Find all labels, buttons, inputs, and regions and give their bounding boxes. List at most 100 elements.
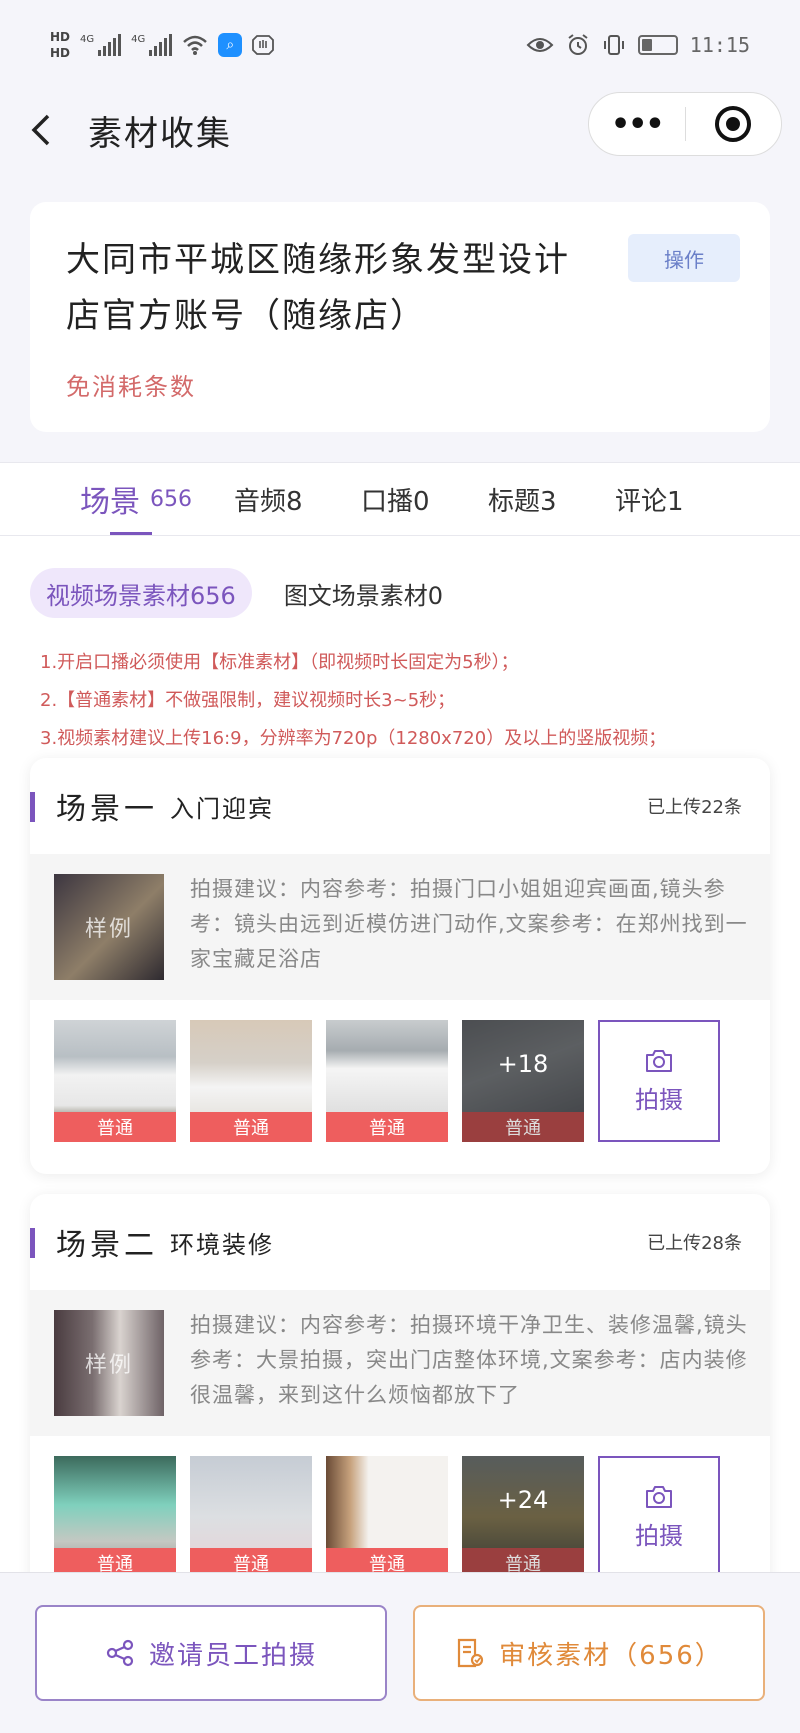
account-action-button[interactable]: 操作 — [628, 234, 740, 282]
eye-icon — [526, 38, 554, 52]
scene-tip: 样例 拍摄建议：内容参考：拍摄环境干净卫生、装修温馨,镜头参考：大景拍摄，突出门… — [30, 1290, 770, 1436]
material-tag: 普通 — [326, 1548, 448, 1572]
material-thumbnail[interactable]: 普通 — [54, 1020, 176, 1142]
sample-label: 样例 — [84, 917, 133, 942]
tab-title[interactable]: 标题3 — [488, 463, 615, 535]
alarm-icon — [568, 34, 588, 55]
tab-comment[interactable]: 评论1 — [615, 463, 742, 535]
subtab-image-scene[interactable]: 图文场景素材0 — [284, 576, 443, 611]
record-target-icon — [715, 106, 752, 142]
signal-icon-2: 4G — [131, 34, 173, 56]
thumbnail-row: 普通 普通 普通 +18 普通 拍摄 — [30, 1000, 770, 1170]
scene-subtitle: 入门迎宾 — [170, 794, 274, 823]
search-app-icon: ⌕ — [218, 33, 243, 57]
shoot-label: 拍摄 — [635, 1085, 683, 1114]
material-tabs: 场景 656 音频8 口播0 标题3 评论1 — [0, 462, 800, 536]
tab-scene-count: 656 — [150, 486, 192, 512]
invite-staff-button[interactable]: 邀请员工拍摄 — [35, 1605, 387, 1701]
document-check-icon — [458, 1638, 484, 1668]
subtab-video-scene[interactable]: 视频场景素材656 — [30, 568, 252, 618]
sub-tabs: 视频场景素材656 图文场景素材0 — [30, 568, 443, 618]
material-tag: 普通 — [462, 1548, 584, 1572]
tab-scene[interactable]: 场景 656 — [80, 463, 234, 535]
material-thumbnail[interactable]: 普通 — [54, 1456, 176, 1572]
account-card: 大同市平城区随缘形象发型设计店官方账号（随缘店） 操作 免消耗条数 — [30, 202, 770, 432]
status-bar: HD HD 4G 4G ⌕ 11:15 — [0, 0, 800, 90]
more-materials-thumbnail[interactable]: +24 普通 — [462, 1456, 584, 1572]
more-materials-thumbnail[interactable]: +18 普通 — [462, 1020, 584, 1142]
bottom-action-bar: 邀请员工拍摄 审核素材（656） — [0, 1572, 800, 1733]
material-tag: 普通 — [54, 1112, 176, 1142]
scene-card: 场景一 入门迎宾 已上传22条 样例 拍摄建议：内容参考：拍摄门口小姐姐迎宾画面… — [30, 758, 770, 1174]
hd1-label: HD — [50, 30, 71, 44]
close-mini-program-button[interactable] — [686, 106, 782, 142]
scene-subtitle: 环境装修 — [170, 1230, 274, 1259]
notice-item: 3.视频素材建议上传16:9，分辨率为720p（1280x720）及以上的竖版视… — [40, 728, 667, 749]
hand-icon — [252, 35, 275, 55]
tab-audio-label: 音频8 — [234, 486, 303, 517]
status-time: 11:15 — [689, 33, 750, 57]
sample-image[interactable]: 样例 — [54, 874, 164, 980]
mini-program-capsule: ••• — [588, 92, 782, 156]
tab-comment-label: 评论1 — [615, 486, 684, 517]
sample-image[interactable]: 样例 — [54, 1310, 164, 1416]
tip-text: 拍摄建议：内容参考：拍摄门口小姐姐迎宾画面,镜头参考：镜头由远到近模仿进门动作,… — [190, 877, 748, 971]
material-tag: 普通 — [462, 1112, 584, 1142]
more-dots-icon: ••• — [610, 106, 665, 142]
material-thumbnail[interactable]: 普通 — [326, 1020, 448, 1142]
material-thumbnail[interactable]: 普通 — [190, 1456, 312, 1572]
thumbnail-row: 普通 普通 普通 +24 普通 拍摄 — [30, 1436, 770, 1572]
account-note: 免消耗条数 — [66, 373, 196, 401]
material-thumbnail[interactable]: 普通 — [190, 1020, 312, 1142]
review-label: 审核素材（656） — [499, 1640, 723, 1671]
share-icon — [106, 1639, 134, 1667]
invite-label: 邀请员工拍摄 — [148, 1640, 317, 1671]
tab-scene-label: 场景 — [80, 485, 140, 520]
back-button[interactable] — [28, 110, 68, 150]
chevron-left-icon — [31, 114, 50, 146]
page-title: 素材收集 — [88, 113, 232, 154]
content-area: 视频场景素材656 图文场景素材0 1.开启口播必须使用【标准素材】（即视频时长… — [0, 536, 800, 1572]
account-name: 大同市平城区随缘形象发型设计店官方账号（随缘店） — [66, 240, 570, 336]
scene-header: 场景二 环境装修 已上传28条 — [30, 1194, 770, 1290]
more-button[interactable]: ••• — [589, 107, 685, 142]
shoot-button[interactable]: 拍摄 — [598, 1456, 720, 1572]
material-thumbnail[interactable]: 普通 — [326, 1456, 448, 1572]
more-count: +18 — [497, 1050, 549, 1078]
shoot-button[interactable]: 拍摄 — [598, 1020, 720, 1142]
net2-label: 4G — [131, 34, 146, 45]
hd-indicator: HD HD — [50, 29, 70, 61]
scene-tip: 样例 拍摄建议：内容参考：拍摄门口小姐姐迎宾画面,镜头参考：镜头由远到近模仿进门… — [30, 854, 770, 1000]
tab-audio[interactable]: 音频8 — [234, 463, 361, 535]
material-tag: 普通 — [54, 1548, 176, 1572]
notice-list: 1.开启口播必须使用【标准素材】（即视频时长固定为5秒）； 2.【普通素材】不做… — [40, 644, 666, 758]
tab-voiceover[interactable]: 口播0 — [361, 463, 488, 535]
scene-upload-count: 已上传22条 — [647, 797, 742, 818]
scene-title: 场景一 — [56, 792, 158, 827]
wifi-icon — [183, 35, 208, 55]
more-count: +24 — [497, 1486, 549, 1514]
status-right: 11:15 — [526, 33, 750, 57]
tab-voiceover-label: 口播0 — [361, 486, 430, 517]
vibrate-icon — [603, 35, 624, 55]
status-left: HD HD 4G 4G ⌕ — [50, 29, 275, 61]
scene-header: 场景一 入门迎宾 已上传22条 — [30, 758, 770, 854]
camera-icon — [646, 1049, 672, 1072]
hd2-label: HD — [50, 46, 71, 60]
tip-text: 拍摄建议：内容参考：拍摄环境干净卫生、装修温馨,镜头参考：大景拍摄，突出门店整体… — [190, 1313, 748, 1407]
material-tag: 普通 — [190, 1112, 312, 1142]
net1-label: 4G — [80, 34, 95, 45]
material-tag: 普通 — [326, 1112, 448, 1142]
camera-icon — [646, 1485, 672, 1508]
scene-upload-count: 已上传28条 — [647, 1233, 742, 1254]
shoot-label: 拍摄 — [635, 1521, 683, 1550]
battery-icon — [637, 35, 678, 55]
sample-label: 样例 — [84, 1353, 133, 1378]
scene-card: 场景二 环境装修 已上传28条 样例 拍摄建议：内容参考：拍摄环境干净卫生、装修… — [30, 1194, 770, 1572]
review-materials-button[interactable]: 审核素材（656） — [413, 1605, 765, 1701]
notice-item: 1.开启口播必须使用【标准素材】（即视频时长固定为5秒）； — [40, 652, 519, 673]
nav-bar: 素材收集 ••• — [0, 90, 800, 170]
notice-item: 2.【普通素材】不做强限制，建议视频时长3~5秒； — [40, 690, 456, 711]
material-tag: 普通 — [190, 1548, 312, 1572]
signal-icon: 4G — [80, 34, 122, 56]
